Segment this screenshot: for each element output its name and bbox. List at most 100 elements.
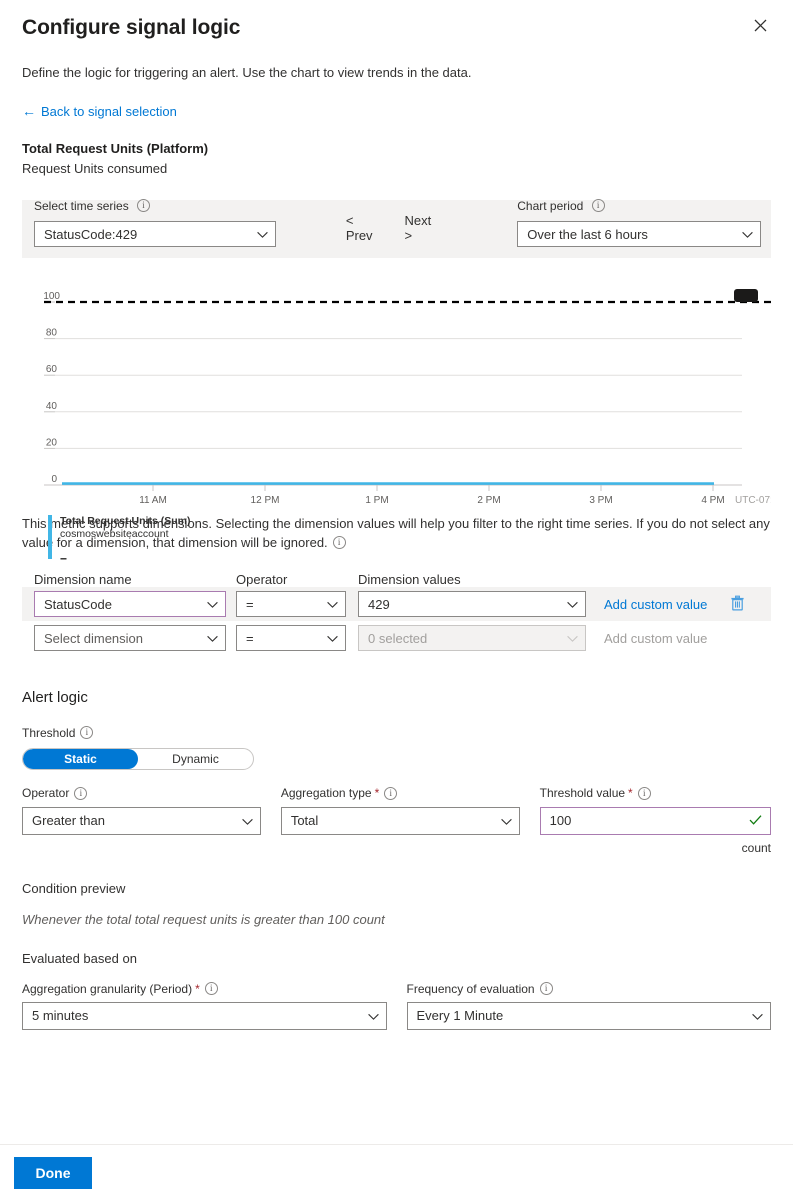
chevron-down-icon [368,1008,379,1023]
threshold-label-row: Threshold i [22,726,771,740]
chart-gridlines [55,339,742,485]
dimension-name-cell: StatusCode [34,591,236,617]
evaluated-based-on-heading: Evaluated based on [22,951,771,966]
aggregation-granularity-group: Aggregation granularity (Period)*i 5 min… [22,982,387,1030]
chevron-down-icon [567,631,578,646]
info-icon[interactable]: i [592,199,605,212]
threshold-type-toggle: Static Dynamic [22,748,254,770]
operator-label: Operator [22,786,69,800]
x-tick-label: 2 PM [477,495,500,505]
select-time-series-label-wrap: Select time series i [34,199,150,213]
chart-svg: 100 80 60 40 20 0 11 AM 12 PM 1 PM 2 PM … [22,280,771,505]
aggregation-type-value: Total [291,813,318,828]
legend-series-value: -- [60,551,190,565]
metric-chart[interactable]: 100 80 60 40 20 0 11 AM 12 PM 1 PM 2 PM … [22,280,771,490]
chevron-down-icon [327,597,338,612]
y-tick-label: 100 [43,291,60,302]
aggregation-type-dropdown[interactable]: Total [281,807,520,835]
dimension-name-cell: Select dimension [34,625,236,651]
delete-dimension-button[interactable] [730,595,745,614]
metric-info: Total Request Units (Platform) Request U… [0,140,793,178]
operator-dropdown[interactable]: Greater than [22,807,261,835]
y-tick-label: 80 [46,328,58,339]
info-icon[interactable]: i [638,787,651,800]
dimension-values-cell: 429 [358,591,598,617]
chart-legend[interactable]: Total Request Units (Sum) cosmoswebsitea… [48,515,771,565]
dimensions-table-header: Dimension name Operator Dimension values [22,572,771,587]
chart-x-ticks [153,485,713,491]
blade-header: Configure signal logic [0,0,793,42]
add-custom-value-link[interactable]: Add custom value [604,597,730,612]
evaluation-fields: Aggregation granularity (Period)*i 5 min… [22,982,771,1030]
legend-entry: Total Request Units (Sum) cosmoswebsitea… [60,515,190,565]
info-icon[interactable]: i [384,787,397,800]
x-tick-label: 11 AM [139,495,167,505]
threshold-option-dynamic[interactable]: Dynamic [138,749,253,769]
chart-x-tick-labels: 11 AM 12 PM 1 PM 2 PM 3 PM 4 PM [139,495,724,505]
info-icon[interactable]: i [80,726,93,739]
dimension-name-dropdown[interactable]: StatusCode [34,591,226,617]
frequency-dropdown[interactable]: Every 1 Minute [407,1002,772,1030]
aggregation-granularity-label: Aggregation granularity (Period) [22,982,192,996]
next-series-button[interactable]: Next > [405,213,442,243]
alert-logic-fields: Operatori Greater than Aggregation type*… [22,786,771,854]
chevron-down-icon [327,631,338,646]
chevron-down-icon [752,1008,763,1023]
prev-series-button[interactable]: < Prev [346,213,383,243]
threshold-option-static[interactable]: Static [23,749,138,769]
series-pager: < Prev Next > [346,213,441,243]
frequency-label: Frequency of evaluation [407,982,535,996]
y-tick-label: 0 [51,474,57,485]
threshold-label: Threshold [22,726,75,740]
x-tick-label: 4 PM [701,495,724,505]
chart-timezone-label: UTC-07:00 [735,495,771,505]
x-tick-label: 1 PM [365,495,388,505]
table-row: StatusCode = 429 Add custom value [22,587,771,621]
threshold-unit-label: count [540,841,771,855]
aggregation-granularity-dropdown[interactable]: 5 minutes [22,1002,387,1030]
threshold-value-text: 100 [550,813,572,828]
dimension-operator-value: = [246,631,254,646]
info-icon[interactable]: i [205,982,218,995]
frequency-value: Every 1 Minute [417,1008,504,1023]
info-icon[interactable]: i [540,982,553,995]
y-tick-label: 60 [46,364,58,375]
operator-value: Greater than [32,813,105,828]
x-tick-label: 12 PM [251,495,280,505]
back-to-signal-selection-link[interactable]: ←Back to signal selection [0,103,199,119]
dimension-name-value: Select dimension [44,631,143,646]
back-link-label: Back to signal selection [41,104,177,119]
dimension-values-value: 0 selected [368,631,427,646]
intro-text: Define the logic for triggering an alert… [0,64,793,82]
done-button[interactable]: Done [14,1157,92,1189]
dimension-operator-dropdown[interactable]: = [236,591,346,617]
info-icon[interactable]: i [333,536,346,549]
close-button[interactable] [745,10,775,40]
info-icon[interactable]: i [74,787,87,800]
threshold-value-input[interactable]: 100 [540,807,771,835]
dimension-name-dropdown[interactable]: Select dimension [34,625,226,651]
chart-period-dropdown[interactable]: Over the last 6 hours [517,221,761,247]
select-time-series-dropdown[interactable]: StatusCode:429 [34,221,276,247]
aggregation-granularity-label-wrap: Aggregation granularity (Period)*i [22,982,387,996]
chevron-down-icon [207,631,218,646]
dimension-operator-dropdown[interactable]: = [236,625,346,651]
required-asterisk: * [628,786,633,800]
condition-preview-text: Whenever the total total request units i… [22,912,771,927]
required-asterisk: * [375,786,380,800]
operator-field-group: Operator i Greater than [22,786,261,854]
dimension-operator-cell: = [236,591,358,617]
threshold-value-label: Threshold value [540,786,625,800]
x-tick-label: 3 PM [589,495,612,505]
select-time-series-group: Select time series i StatusCode:429 [34,221,276,247]
select-time-series-value: StatusCode:429 [44,227,137,242]
chevron-down-icon [207,597,218,612]
dimension-values-value: 429 [368,597,390,612]
dimension-values-dropdown[interactable]: 429 [358,591,586,617]
threshold-value-label-wrap: Threshold value* i [540,786,771,800]
metric-name: Total Request Units (Platform) [22,140,771,158]
metric-description: Request Units consumed [22,160,771,178]
info-icon[interactable]: i [137,199,150,212]
add-custom-value-link: Add custom value [604,631,730,646]
column-header-dimension-name: Dimension name [34,572,236,587]
